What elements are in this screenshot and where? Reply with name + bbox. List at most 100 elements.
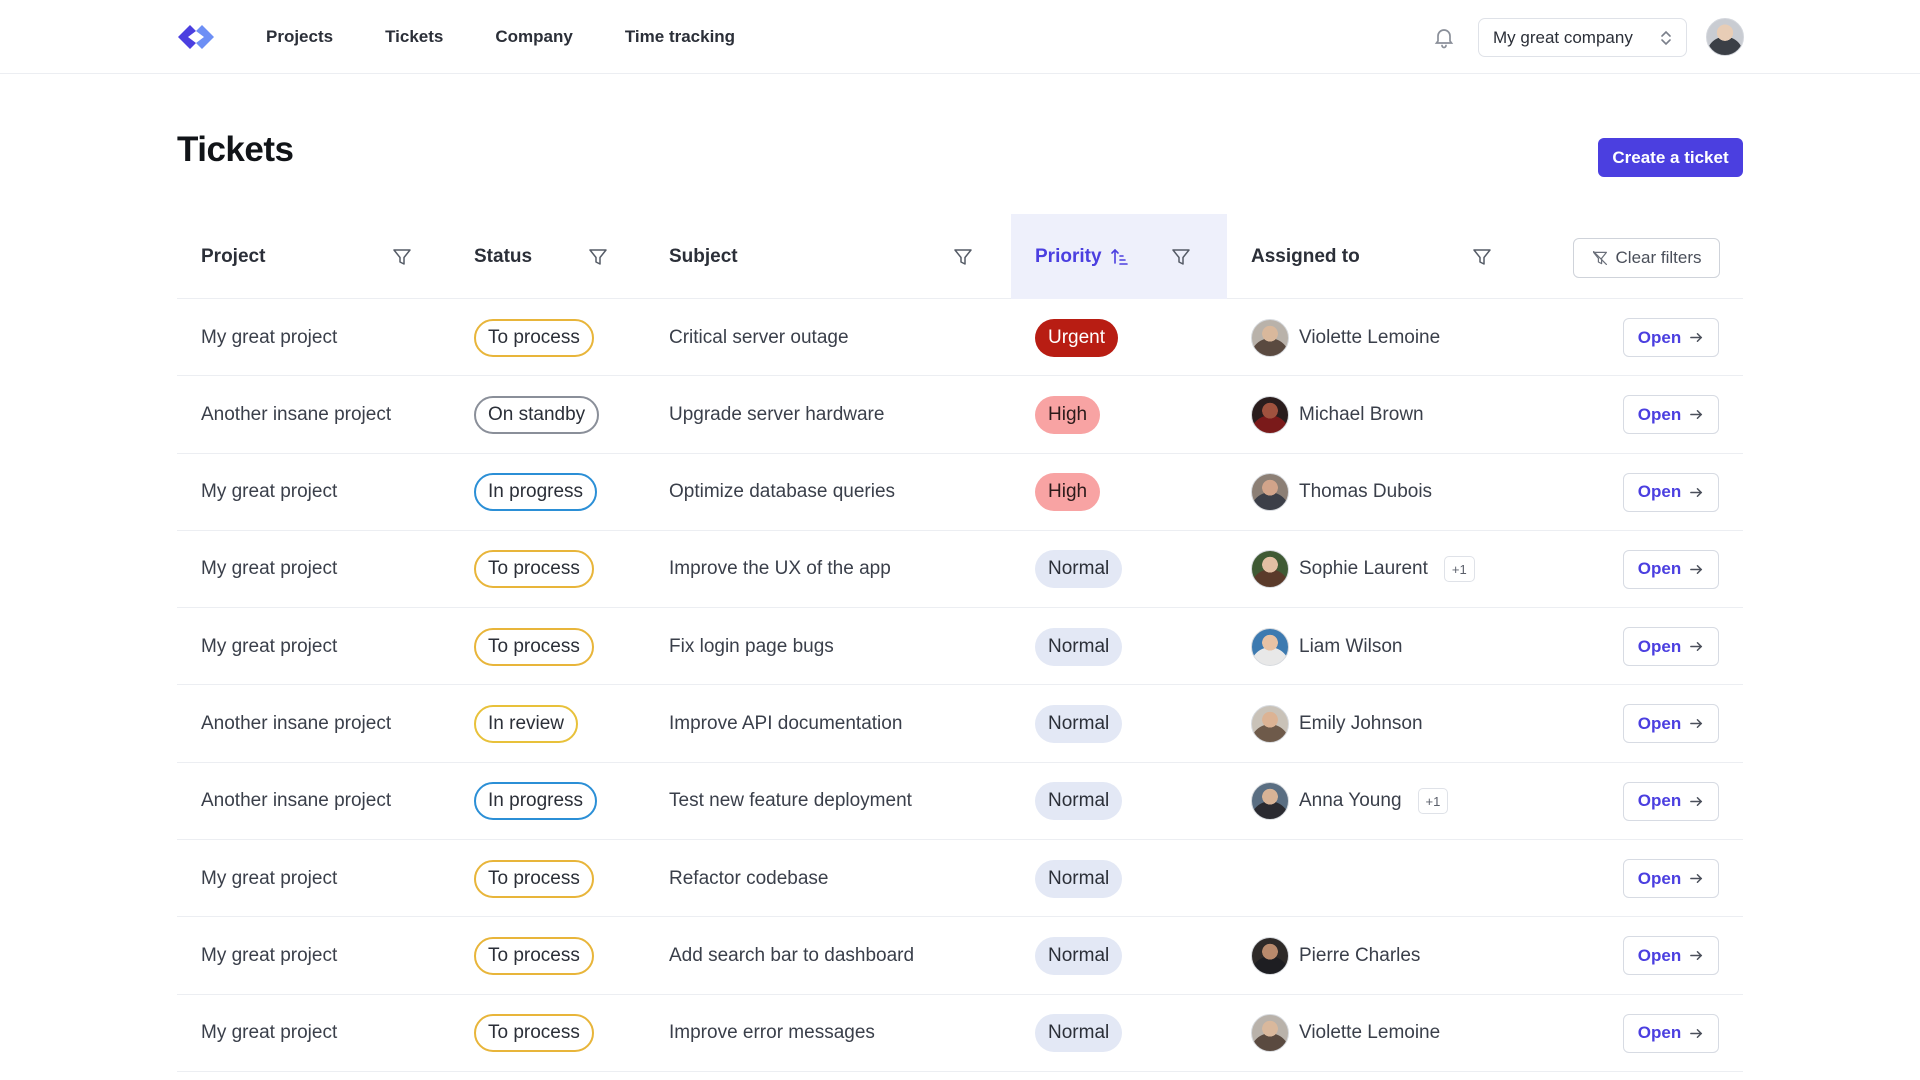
column-header-label: Subject xyxy=(669,245,738,267)
user-avatar[interactable] xyxy=(1706,18,1744,56)
page-title: Tickets xyxy=(177,130,294,169)
assignee-avatar xyxy=(1251,473,1289,512)
priority-badge: Normal xyxy=(1035,859,1123,898)
open-ticket-button[interactable]: Open xyxy=(1623,1013,1719,1053)
table-header: Project Status Subject Priority Assigned… xyxy=(177,214,1743,299)
open-label: Open xyxy=(1637,1023,1682,1043)
open-label: Open xyxy=(1637,482,1682,502)
priority-badge: High xyxy=(1035,395,1101,434)
assignee-avatar xyxy=(1251,704,1289,743)
assignee-name: Sophie Laurent xyxy=(1299,558,1428,580)
open-label: Open xyxy=(1637,945,1682,965)
nav-item-company[interactable]: Company xyxy=(495,27,572,47)
assignee-name: Emily Johnson xyxy=(1299,712,1423,734)
column-header-label: Status xyxy=(474,245,533,267)
open-label: Open xyxy=(1637,327,1682,347)
project-cell: My great project xyxy=(201,635,338,657)
subject-cell: Critical server outage xyxy=(669,326,849,348)
table-row: My great project To process Refactor cod… xyxy=(177,840,1743,918)
open-ticket-button[interactable]: Open xyxy=(1623,781,1719,821)
status-badge: To process xyxy=(474,627,594,666)
column-header-priority[interactable]: Priority xyxy=(1011,214,1227,299)
project-cell: My great project xyxy=(201,944,338,966)
column-header-label: Assigned to xyxy=(1251,245,1360,267)
main-nav: Projects Tickets Company Time tracking xyxy=(266,0,735,74)
nav-item-tickets[interactable]: Tickets xyxy=(385,27,443,47)
sort-ascending-icon[interactable] xyxy=(1110,247,1128,267)
open-ticket-button[interactable]: Open xyxy=(1623,859,1719,899)
tickets-table: Project Status Subject Priority Assigned… xyxy=(177,214,1743,1072)
table-row: My great project To process Fix login pa… xyxy=(177,608,1743,686)
open-ticket-button[interactable]: Open xyxy=(1623,395,1719,435)
clear-filters-button[interactable]: Clear filters xyxy=(1573,238,1720,278)
filter-off-icon xyxy=(1592,251,1607,265)
open-ticket-button[interactable]: Open xyxy=(1623,936,1719,976)
filter-icon[interactable] xyxy=(1171,247,1191,267)
filter-icon[interactable] xyxy=(953,247,973,267)
project-cell: My great project xyxy=(201,867,338,889)
filter-icon[interactable] xyxy=(1472,247,1492,267)
arrow-right-icon xyxy=(1690,642,1703,652)
column-header-project: Project xyxy=(201,214,265,299)
assignee-avatar xyxy=(1251,395,1289,434)
arrow-right-icon xyxy=(1690,333,1703,342)
create-ticket-button[interactable]: Create a ticket xyxy=(1598,138,1743,177)
open-ticket-button[interactable]: Open xyxy=(1623,472,1719,512)
status-badge: To process xyxy=(474,1014,594,1053)
nav-item-projects[interactable]: Projects xyxy=(266,27,333,47)
subject-cell: Refactor codebase xyxy=(669,867,829,889)
project-cell: My great project xyxy=(201,1022,338,1044)
open-label: Open xyxy=(1637,404,1682,424)
extra-assignees-badge[interactable]: +1 xyxy=(1417,788,1449,815)
logo-icon[interactable] xyxy=(176,23,216,51)
bell-icon[interactable] xyxy=(1432,25,1456,49)
open-ticket-button[interactable]: Open xyxy=(1623,627,1719,667)
filter-icon[interactable] xyxy=(392,247,412,267)
assignee-name: Violette Lemoine xyxy=(1299,326,1441,348)
subject-cell: Improve error messages xyxy=(669,1022,875,1044)
subject-cell: Test new feature deployment xyxy=(669,790,912,812)
project-cell: Another insane project xyxy=(201,712,392,734)
assignee-avatar xyxy=(1251,936,1289,975)
column-header-status: Status xyxy=(474,214,532,299)
assignee-name: Michael Brown xyxy=(1299,403,1424,425)
subject-cell: Improve the UX of the app xyxy=(669,558,891,580)
subject-cell: Optimize database queries xyxy=(669,481,896,503)
assignee-avatar xyxy=(1251,782,1289,821)
project-cell: Another insane project xyxy=(201,403,392,425)
status-badge: To process xyxy=(474,936,594,975)
nav-item-time-tracking[interactable]: Time tracking xyxy=(625,27,735,47)
open-label: Open xyxy=(1637,636,1682,656)
table-row: Another insane project In progress Test … xyxy=(177,763,1743,841)
open-ticket-button[interactable]: Open xyxy=(1623,318,1719,357)
project-cell: My great project xyxy=(201,558,338,580)
column-header-label: Project xyxy=(201,245,266,267)
priority-badge: Normal xyxy=(1035,627,1123,666)
open-label: Open xyxy=(1637,713,1682,733)
extra-assignees-badge[interactable]: +1 xyxy=(1443,556,1475,583)
status-badge: To process xyxy=(474,318,594,357)
assignee-avatar xyxy=(1251,1014,1289,1053)
arrow-right-icon xyxy=(1690,1028,1703,1038)
status-badge: In progress xyxy=(474,782,598,821)
project-cell: My great project xyxy=(201,326,338,348)
priority-badge: Normal xyxy=(1035,704,1123,743)
assignee-name: Anna Young xyxy=(1299,790,1402,812)
table-row: Another insane project On standby Upgrad… xyxy=(177,376,1743,454)
arrow-right-icon xyxy=(1690,796,1703,806)
status-badge: On standby xyxy=(474,395,600,434)
table-row: My great project In progress Optimize da… xyxy=(177,454,1743,531)
assignee-name: Liam Wilson xyxy=(1299,635,1403,657)
project-cell: My great project xyxy=(201,481,338,503)
assignee-name: Violette Lemoine xyxy=(1299,1022,1441,1044)
assignee-avatar xyxy=(1251,318,1289,357)
status-badge: In review xyxy=(474,704,579,743)
filter-icon[interactable] xyxy=(588,247,608,267)
company-select[interactable]: My great company xyxy=(1478,18,1687,57)
assignee-avatar xyxy=(1251,550,1289,589)
open-ticket-button[interactable]: Open xyxy=(1623,704,1719,744)
arrow-right-icon xyxy=(1690,951,1703,961)
column-header-subject: Subject xyxy=(669,214,738,299)
chevron-updown-icon xyxy=(1661,30,1671,45)
open-ticket-button[interactable]: Open xyxy=(1623,549,1719,589)
